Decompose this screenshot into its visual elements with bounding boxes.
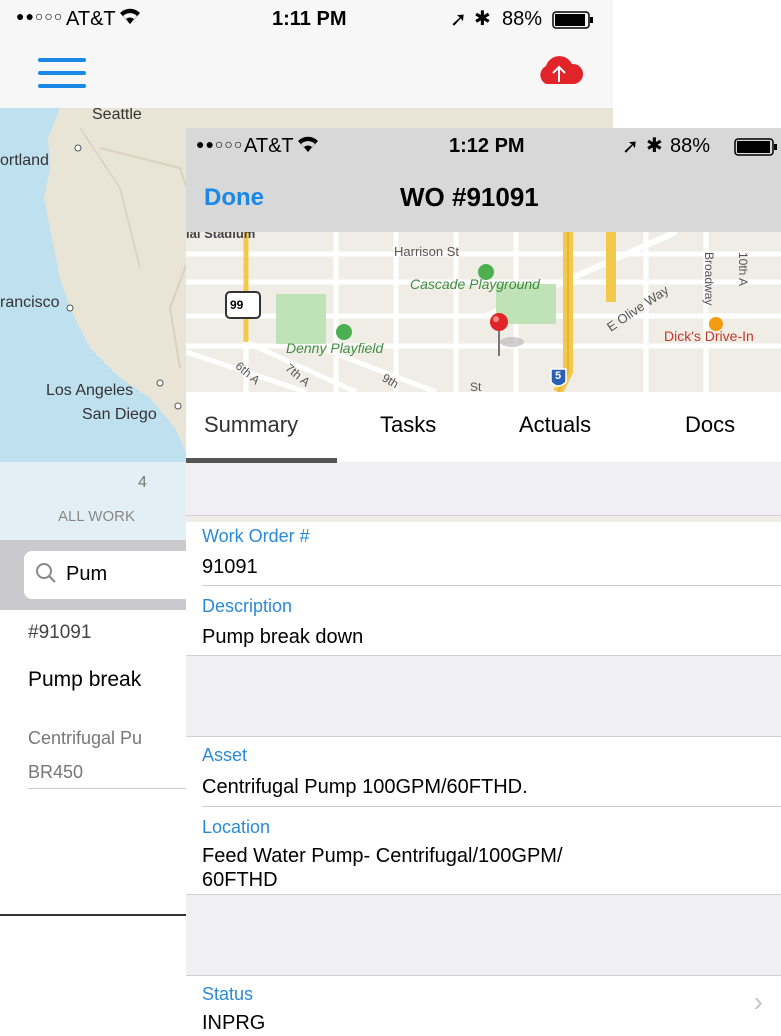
tab-actuals[interactable]: Actuals (519, 412, 591, 438)
status-bar: ●●○○○ AT&T 1:12 PM ➚ ✱ 88% (186, 128, 781, 166)
map-label-san-francisco: rancisco (0, 294, 60, 311)
status-bar: ●●○○○ AT&T 1:11 PM ➚ ✱ 88% (0, 0, 613, 40)
battery-percent: 88% (502, 8, 543, 30)
divider (202, 585, 781, 586)
clock: 1:11 PM (272, 8, 347, 30)
modal-navigation-bar: Done WO #91091 (186, 166, 781, 233)
tab-tasks[interactable]: Tasks (380, 412, 436, 438)
map-label-portland: ortland (0, 152, 49, 169)
bluetooth-icon: ✱ (474, 8, 491, 30)
list-item-id: #91091 (28, 622, 92, 643)
map-label-broadway: Broadway (702, 252, 716, 306)
clock: 1:12 PM (449, 135, 525, 157)
location-value-line-1: Feed Water Pump- Centrifugal/100GPM/ (202, 845, 563, 867)
map-label-10th-ave: 10th A (736, 252, 750, 287)
location-value-line-2: 60FTHD (202, 869, 278, 891)
description-label: Description (202, 596, 293, 616)
hamburger-icon[interactable] (38, 58, 86, 88)
bluetooth-icon: ✱ (646, 135, 663, 157)
wifi-icon (118, 6, 142, 32)
map-label-denny-playfield: Denny Playfield (286, 340, 384, 356)
map-label-cascade-playground: Cascade Playground (410, 276, 540, 292)
done-button[interactable]: Done (204, 184, 264, 212)
filter-label: ALL WORK (58, 508, 135, 525)
map-label-seattle: Seattle (92, 108, 142, 123)
page-title: WO #91091 (400, 182, 539, 212)
tab-docs[interactable]: Docs (685, 412, 735, 438)
work-order-value: 91091 (202, 556, 258, 578)
list-item-location: BR450 (28, 762, 84, 782)
battery-icon (734, 138, 778, 162)
navigation-bar (0, 40, 613, 108)
filter-count: 4 (138, 474, 147, 491)
asset-value: Centrifugal Pump 100GPM/60FTHD. (202, 776, 528, 798)
map-label-san-diego: San Diego (82, 406, 157, 423)
divider (186, 736, 781, 737)
work-order-modal: ●●○○○ AT&T 1:12 PM ➚ ✱ 88% Done WO #9109… (186, 128, 781, 1036)
status-value: INPRG (202, 1012, 266, 1034)
location-label: Location (202, 817, 271, 837)
carrier-label: AT&T (244, 135, 294, 157)
asset-label: Asset (202, 745, 248, 765)
wifi-icon (296, 134, 320, 160)
tab-summary[interactable]: Summary (204, 412, 298, 438)
list-item-title: Pump break (28, 668, 142, 691)
carrier-label: AT&T (66, 8, 116, 30)
list-item-asset: Centrifugal Pu (28, 728, 143, 748)
search-icon (34, 561, 58, 590)
location-arrow-icon: ➚ (622, 136, 639, 158)
map-label-dicks-drive-in: Dick's Drive-In (664, 328, 754, 344)
chevron-right-icon: › (753, 986, 763, 1017)
battery-icon (552, 11, 594, 35)
status-label: Status (202, 984, 254, 1004)
map-label-stadium: ial Stadium (186, 232, 256, 241)
section-spacer (186, 463, 781, 515)
highway-99-shield: 99 (230, 298, 244, 312)
tab-bar: Summary Tasks Actuals Docs (186, 392, 781, 462)
section-spacer (186, 656, 781, 736)
divider (28, 788, 188, 789)
location-arrow-icon: ➚ (450, 9, 467, 31)
status-row[interactable]: Status INPRG › (186, 976, 781, 1036)
map-label-los-angeles: Los Angeles (46, 382, 134, 399)
interstate-5-shield: 5 (555, 370, 562, 382)
section-spacer (186, 895, 781, 975)
work-order-label: Work Order # (202, 526, 310, 546)
map-label-harrison-st: Harrison St (394, 244, 460, 259)
battery-percent: 88% (670, 135, 711, 157)
description-value: Pump break down (202, 626, 364, 648)
divider (186, 515, 781, 516)
divider (202, 806, 781, 807)
divider (0, 914, 190, 916)
signal-strength: ●●○○○ (196, 136, 244, 152)
cloud-upload-icon[interactable] (534, 54, 584, 95)
search-value: Pum (66, 563, 108, 585)
signal-strength: ●●○○○ (16, 8, 64, 24)
